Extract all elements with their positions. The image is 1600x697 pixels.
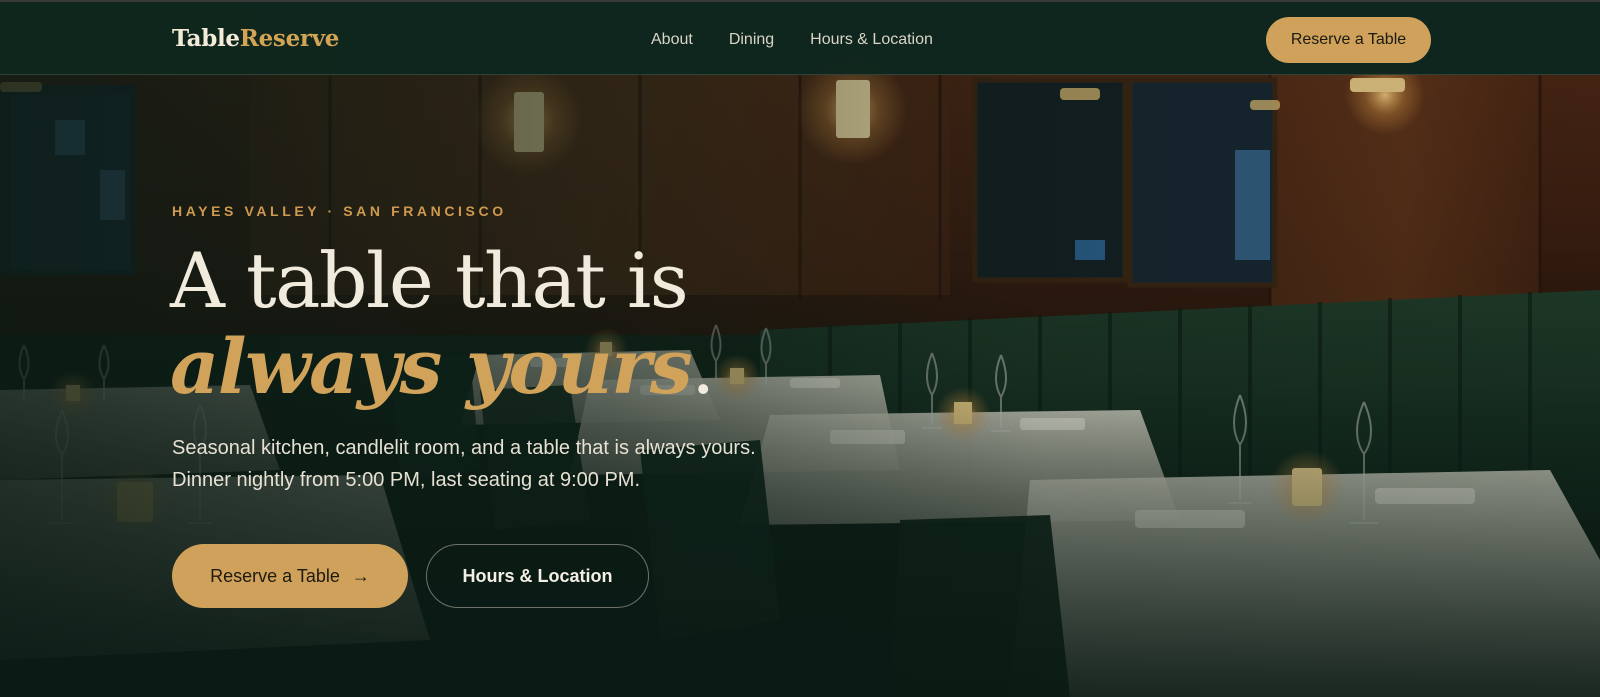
hero-hours-location-button[interactable]: Hours & Location (426, 544, 649, 608)
hero-reserve-button[interactable]: Reserve a Table → (172, 544, 408, 608)
hero-headline: A table that is always yours. (170, 238, 930, 410)
arrow-right-icon: → (351, 565, 370, 586)
headline-end: . (691, 322, 715, 411)
headline-plain: A table that is (170, 236, 689, 325)
hero-description-line-2: Dinner nightly from 5:00 PM, last seatin… (172, 469, 640, 491)
nav-reserve-button[interactable]: Reserve a Table (1266, 17, 1431, 63)
main-menu: About Dining Hours & Location (651, 29, 933, 51)
nav-link-hours-location[interactable]: Hours & Location (810, 29, 933, 51)
logo-text-primary: Table (172, 25, 240, 52)
hero-description-line-1: Seasonal kitchen, candlelit room, and a … (172, 437, 756, 459)
hero-description: Seasonal kitchen, candlelit room, and a … (172, 432, 756, 496)
brand-logo[interactable]: TableReserve (172, 24, 339, 54)
top-navbar: TableReserve About Dining Hours & Locati… (0, 0, 1600, 75)
nav-link-about[interactable]: About (651, 29, 693, 51)
nav-link-dining[interactable]: Dining (729, 29, 774, 51)
headline-accent: always yours (170, 322, 693, 411)
hero-eyebrow: HAYES VALLEY · SAN FRANCISCO (172, 203, 507, 219)
hero-reserve-label: Reserve a Table (210, 565, 340, 586)
logo-text-accent: Reserve (239, 25, 340, 52)
